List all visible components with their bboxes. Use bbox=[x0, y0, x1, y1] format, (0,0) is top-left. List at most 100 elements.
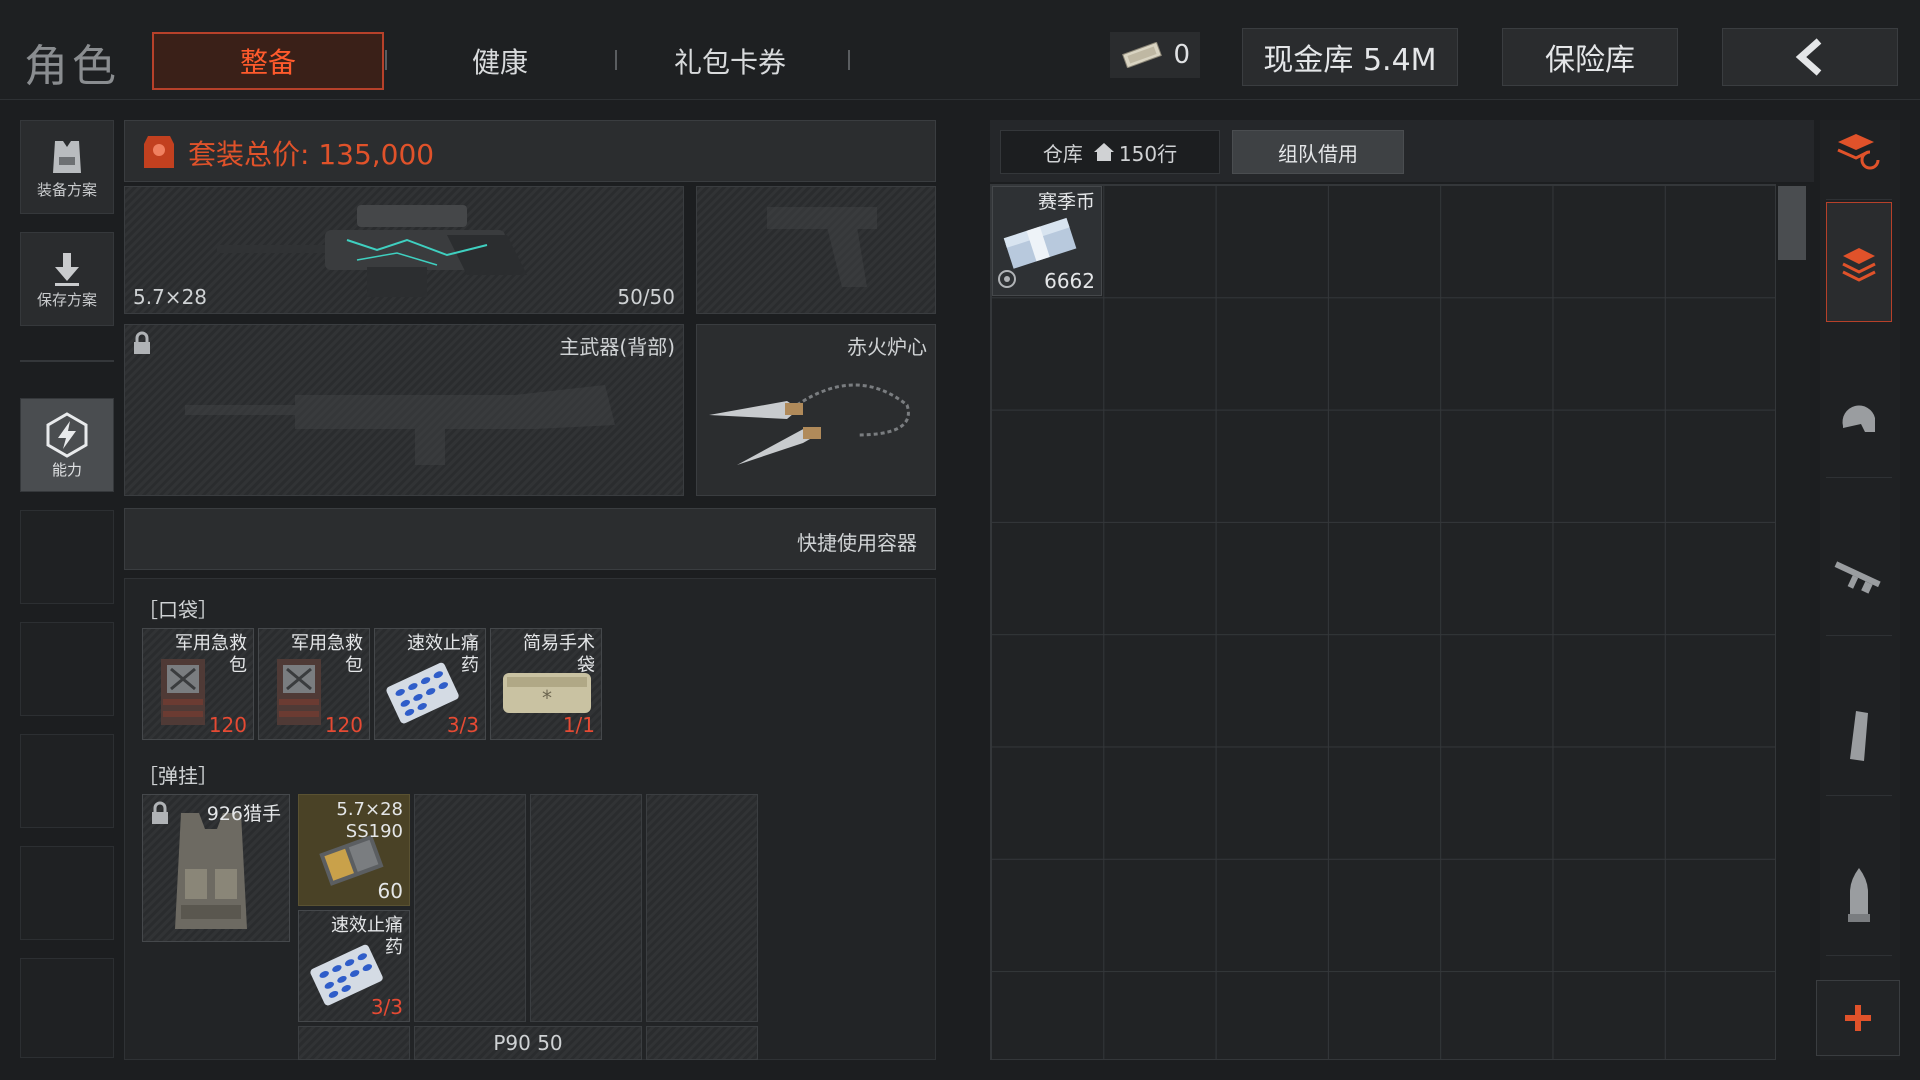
tab-divider bbox=[848, 50, 850, 70]
item-count: 6662 bbox=[1044, 269, 1095, 293]
item-name: 简易手术袋 bbox=[523, 633, 595, 676]
pocket-item[interactable]: * 简易手术袋 1/1 bbox=[490, 628, 602, 740]
smg-weapon-icon bbox=[207, 195, 607, 305]
empty-slot[interactable] bbox=[20, 846, 114, 940]
magazine-label: P90 50 bbox=[493, 1031, 563, 1055]
item-name: 速效止痛药 bbox=[407, 633, 479, 676]
category-magazine[interactable] bbox=[1826, 676, 1892, 796]
svg-text:*: * bbox=[542, 686, 552, 710]
rifle-icon bbox=[1831, 556, 1887, 596]
scrollbar-thumb[interactable] bbox=[1778, 186, 1806, 260]
sidearm-slot[interactable] bbox=[696, 186, 936, 314]
coin-count: 0 bbox=[1173, 40, 1190, 70]
pocket-item[interactable]: 速效止痛药 3/3 bbox=[374, 628, 486, 740]
sort-button[interactable] bbox=[1826, 100, 1892, 200]
item-count: 60 bbox=[377, 879, 403, 903]
slot-label: 主武器(背部) bbox=[559, 335, 675, 359]
chain-dagger-icon bbox=[707, 365, 927, 485]
banknote-icon bbox=[1120, 42, 1164, 68]
warehouse-grid[interactable] bbox=[990, 184, 1776, 1060]
rig-item-ammo[interactable]: 5.7×28 SS190 60 bbox=[298, 794, 410, 906]
warehouse-scrollbar[interactable] bbox=[1776, 184, 1810, 1060]
melee-slot[interactable]: 赤火炉心 bbox=[696, 324, 936, 496]
add-button[interactable] bbox=[1816, 980, 1900, 1056]
box-stack-icon bbox=[1839, 242, 1879, 282]
lightning-hex-icon bbox=[43, 411, 91, 459]
back-button[interactable] bbox=[1722, 28, 1898, 86]
rig-item-painkiller[interactable]: 速效止痛药 3/3 bbox=[298, 910, 410, 1022]
weapon-caliber: 5.7×28 bbox=[133, 285, 208, 309]
empty-slot[interactable] bbox=[20, 510, 114, 604]
page-title: 角色 bbox=[24, 41, 120, 92]
rig-empty-slot[interactable] bbox=[646, 1026, 758, 1060]
rig-magazine-slot[interactable]: P90 50 bbox=[414, 1026, 642, 1060]
rig-empty-slot[interactable] bbox=[414, 794, 526, 1022]
category-all[interactable] bbox=[1826, 202, 1892, 322]
warehouse-item[interactable]: 赛季币 6662 bbox=[992, 186, 1102, 296]
magazine-icon bbox=[1844, 709, 1874, 763]
secondary-weapon-slot[interactable]: 主武器(背部) bbox=[124, 324, 684, 496]
item-count: 120 bbox=[324, 713, 363, 737]
pistol-silhouette-icon bbox=[757, 197, 887, 297]
save-plan-button[interactable]: 保存方案 bbox=[20, 232, 114, 326]
rig-name: 926猎手 bbox=[206, 803, 281, 825]
chest-rig-slot[interactable]: 926猎手 bbox=[142, 794, 290, 942]
rig-empty-slot[interactable] bbox=[530, 794, 642, 1022]
layers-sort-icon bbox=[1834, 130, 1884, 170]
warehouse-rows: 150行 bbox=[1118, 141, 1178, 166]
tab-health[interactable]: 健康 bbox=[420, 32, 580, 90]
category-ammo[interactable] bbox=[1826, 836, 1892, 956]
rig-empty-slot[interactable] bbox=[298, 1026, 410, 1060]
cash-stack-icon bbox=[1001, 213, 1081, 273]
tab-gift-vouchers[interactable]: 礼包卡券 bbox=[650, 32, 810, 90]
melee-name: 赤火炉心 bbox=[847, 335, 927, 359]
coin-icon bbox=[997, 269, 1017, 289]
quick-container-label: 快捷使用容器 bbox=[797, 531, 917, 555]
pocket-section-label: ［口袋］ bbox=[138, 598, 218, 622]
category-weapon[interactable] bbox=[1826, 516, 1892, 636]
bullet-icon bbox=[1844, 866, 1874, 926]
weapon-ammo: 50/50 bbox=[617, 285, 675, 309]
empty-slot[interactable] bbox=[20, 958, 114, 1058]
cash-vault-button[interactable]: 现金库 5.4M bbox=[1242, 28, 1458, 86]
primary-weapon-slot[interactable]: 5.7×28 50/50 bbox=[124, 186, 684, 314]
safe-vault-button[interactable]: 保险库 bbox=[1502, 28, 1678, 86]
team-borrow-tab[interactable]: 组队借用 bbox=[1232, 130, 1404, 174]
download-icon bbox=[47, 249, 87, 289]
item-name: 赛季币 bbox=[1037, 191, 1095, 213]
item-count: 3/3 bbox=[370, 995, 403, 1019]
item-count: 1/1 bbox=[562, 713, 595, 737]
item-name: 军用急救包 bbox=[175, 633, 247, 676]
pocket-item[interactable]: 军用急救包 120 bbox=[142, 628, 254, 740]
helmet-icon bbox=[1837, 398, 1881, 438]
quick-use-container[interactable]: 快捷使用容器 bbox=[124, 508, 936, 570]
price-tag-icon bbox=[140, 130, 178, 172]
warehouse-tab-label: 仓库 bbox=[1042, 141, 1083, 166]
rifle-silhouette-icon bbox=[185, 365, 625, 475]
suit-total-price: 套装总价: 135,000 bbox=[188, 138, 435, 171]
rail-divider bbox=[20, 360, 114, 362]
pocket-item[interactable]: 军用急救包 120 bbox=[258, 628, 370, 740]
plus-icon bbox=[1843, 1003, 1873, 1033]
warehouse-tab[interactable]: 仓库 150行 bbox=[1000, 130, 1220, 174]
loadout-plan-button[interactable]: 装备方案 bbox=[20, 120, 114, 214]
coin-counter[interactable]: 0 bbox=[1110, 32, 1200, 78]
chevron-left-icon bbox=[1793, 37, 1827, 77]
category-helmet[interactable] bbox=[1826, 358, 1892, 478]
tab-divider bbox=[615, 50, 617, 70]
rig-empty-slot[interactable] bbox=[646, 794, 758, 1022]
chest-rig-icon bbox=[161, 809, 261, 937]
item-name: 速效止痛药 bbox=[331, 915, 403, 958]
tab-equip[interactable]: 整备 bbox=[152, 32, 384, 90]
item-count: 120 bbox=[208, 713, 247, 737]
empty-slot[interactable] bbox=[20, 622, 114, 716]
rail-label: 能力 bbox=[51, 460, 82, 479]
item-name: 5.7×28 SS190 bbox=[336, 799, 403, 842]
ability-button[interactable]: 能力 bbox=[20, 398, 114, 492]
rail-label: 装备方案 bbox=[36, 180, 97, 199]
empty-slot[interactable] bbox=[20, 734, 114, 828]
item-count: 3/3 bbox=[446, 713, 479, 737]
lock-icon bbox=[131, 331, 153, 355]
home-icon bbox=[1093, 142, 1115, 162]
rig-section-label: ［弹挂］ bbox=[138, 764, 218, 788]
